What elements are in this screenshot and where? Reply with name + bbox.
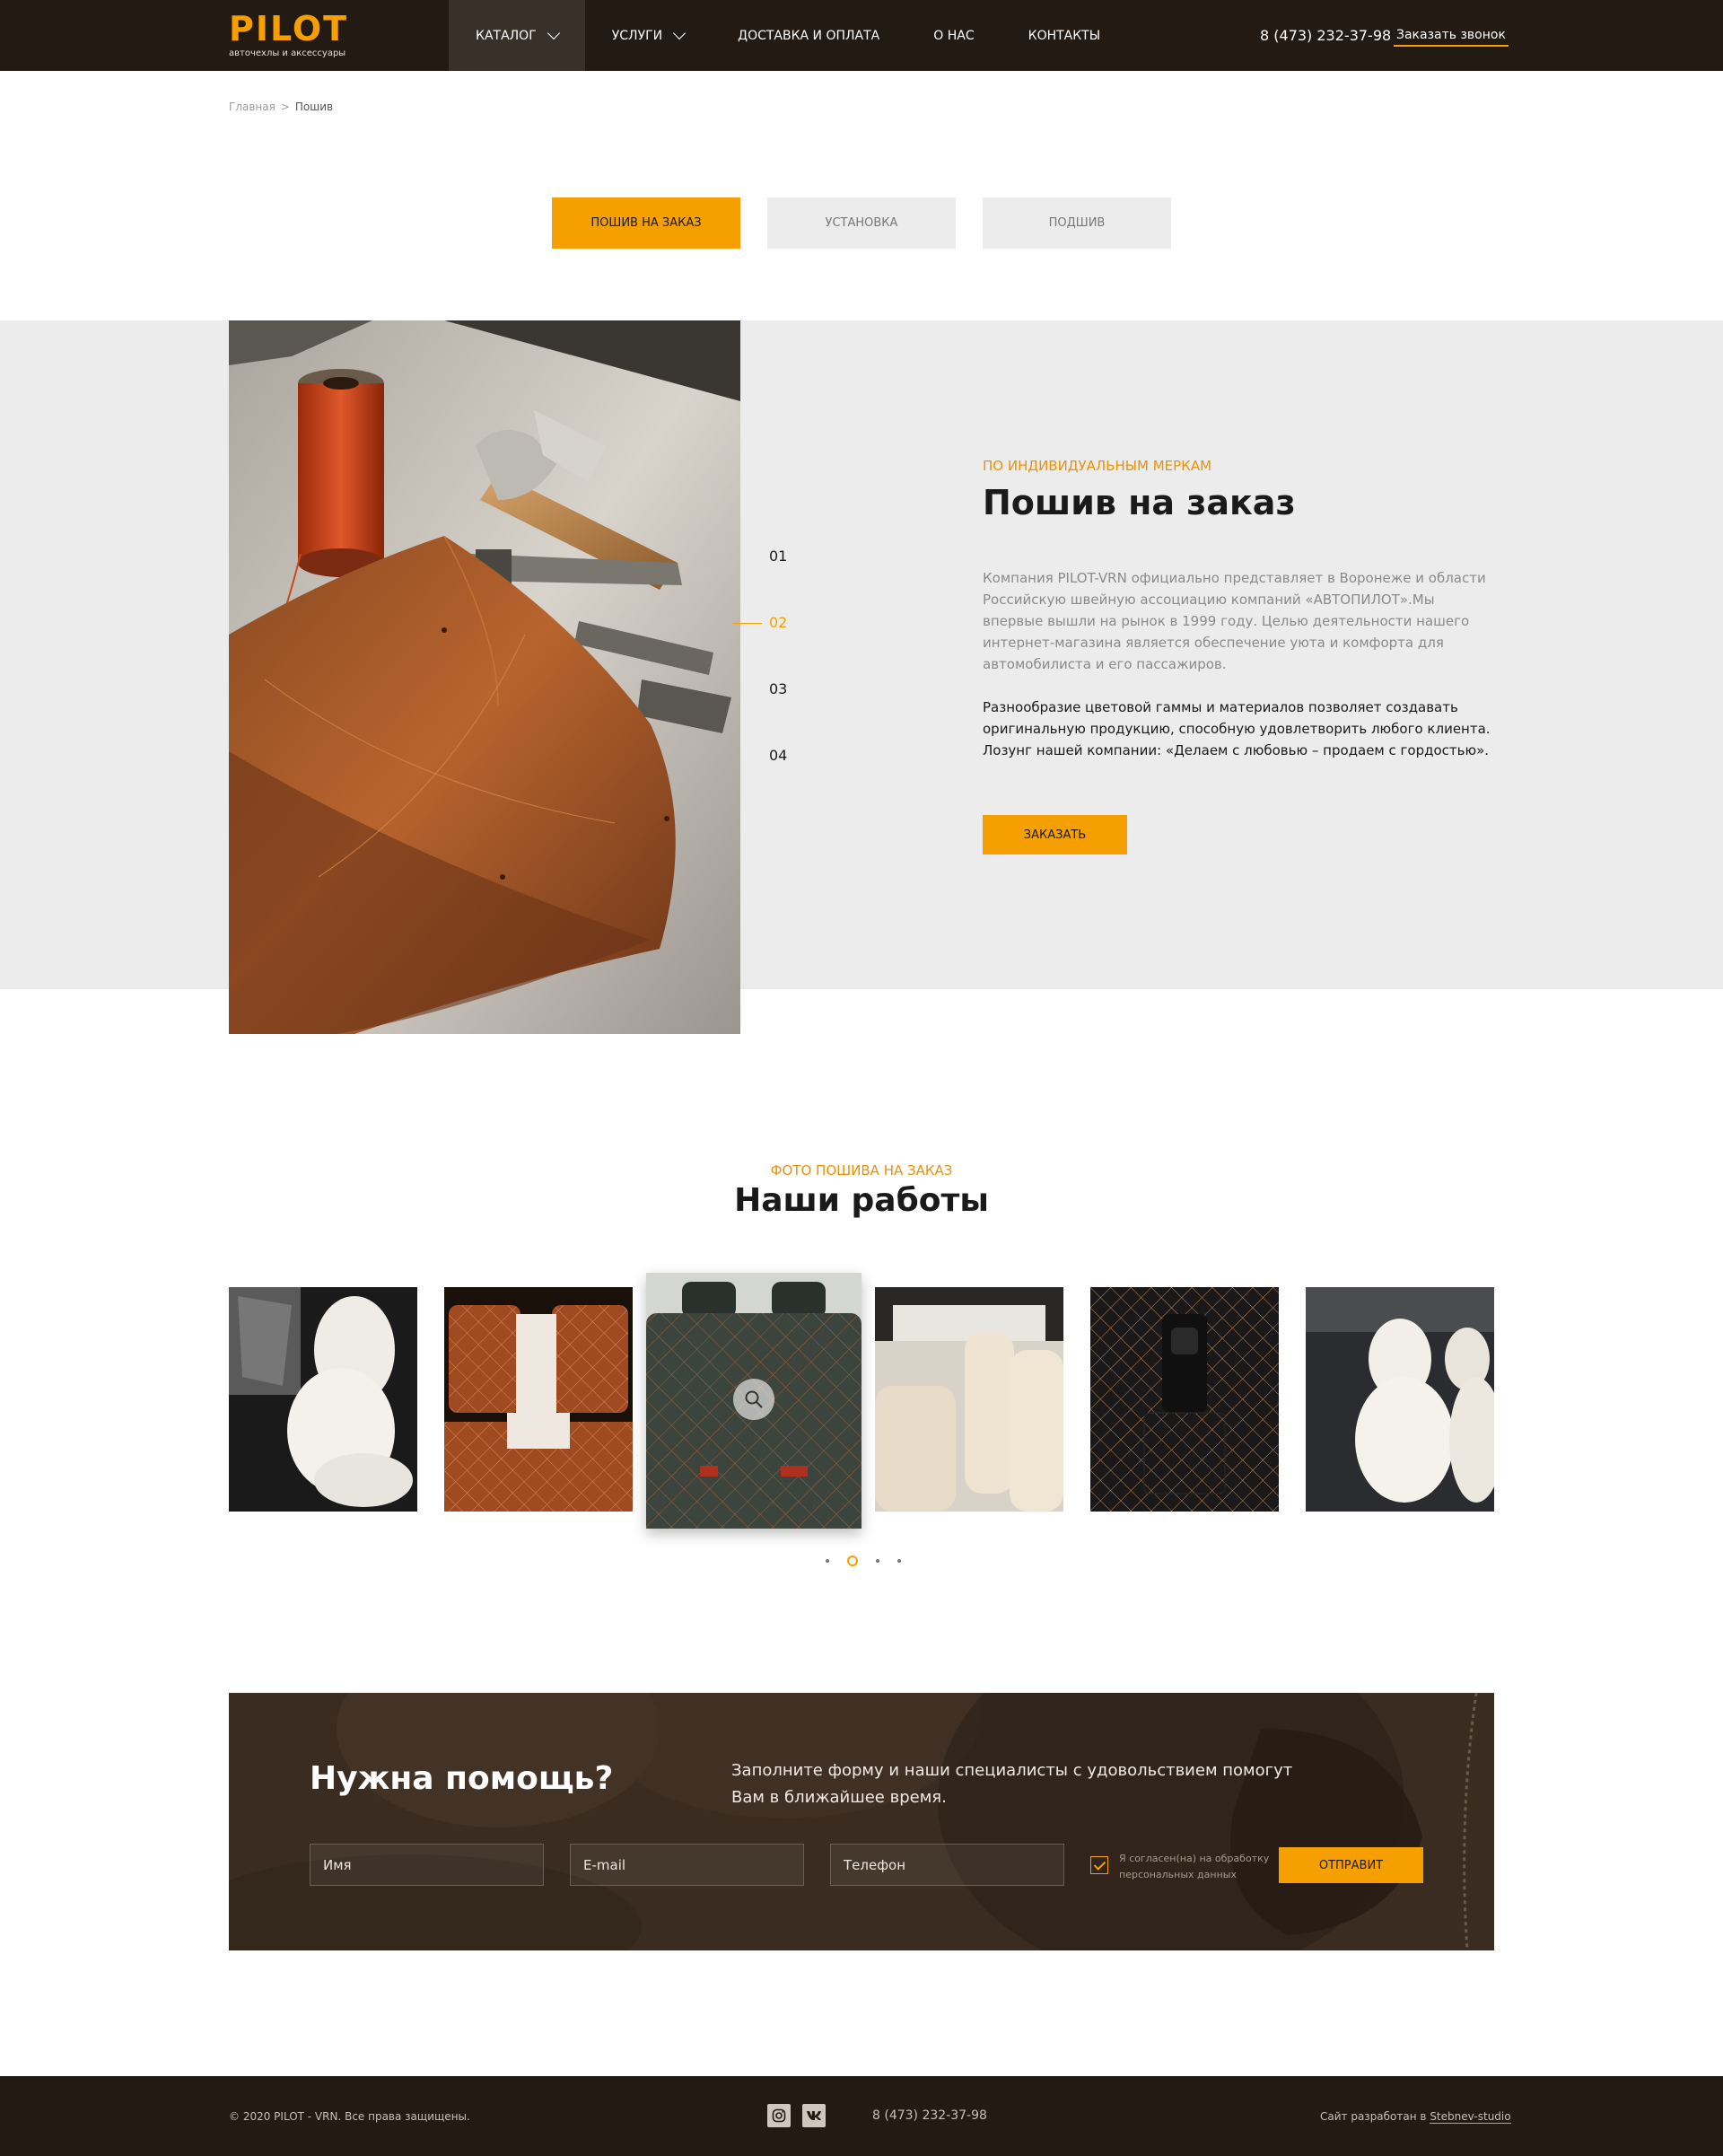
logo-title: PILOT <box>229 9 349 48</box>
help-background-image <box>229 1693 1494 1950</box>
hero-text: ПО ИНДИВИДУАЛЬНЫМ МЕРКАМ Пошив на заказ … <box>983 458 1494 761</box>
name-field[interactable] <box>310 1844 544 1886</box>
email-field[interactable] <box>570 1844 804 1886</box>
submit-button[interactable]: ОТПРАВИТ <box>1279 1847 1423 1883</box>
help-title: Нужна помощь? <box>310 1760 614 1797</box>
pagination-dot[interactable] <box>897 1559 901 1563</box>
consent-checkbox-row[interactable]: Я согласен(на) на обработку персональных… <box>1090 1851 1270 1883</box>
nav-item-label: КОНТАКТЫ <box>1028 28 1101 43</box>
slide-number-03[interactable]: 03 <box>769 680 787 747</box>
developer-credit: Сайт разработан в Stebnev-studio <box>1320 2110 1511 2124</box>
gallery-item[interactable] <box>444 1287 633 1512</box>
nav-item-label: УСЛУГИ <box>611 28 663 43</box>
breadcrumb-separator: > <box>280 101 290 113</box>
chevron-down-icon <box>673 26 687 39</box>
hero-eyebrow: ПО ИНДИВИДУАЛЬНЫМ МЕРКАМ <box>983 458 1212 474</box>
pagination-dot-active[interactable] <box>847 1556 858 1566</box>
hero-paragraph-1: Компания PILOT-VRN официально представля… <box>983 570 1486 672</box>
nav-item-label: О НАС <box>933 28 975 43</box>
gallery-item[interactable] <box>1306 1287 1494 1512</box>
gallery-item-featured[interactable] <box>646 1273 862 1529</box>
hero-title: Пошив на заказ <box>983 483 1296 522</box>
zoom-icon[interactable] <box>733 1379 774 1420</box>
help-description: Заполните форму и наши специалисты с удо… <box>731 1761 1293 1807</box>
site-footer: © 2020 PILOT - VRN. Все права защищены. … <box>0 2076 1723 2156</box>
slide-number-01[interactable]: 01 <box>769 548 787 614</box>
tab-custom-sewing[interactable]: ПОШИВ НА ЗАКАЗ <box>552 197 740 249</box>
developer-link[interactable]: Stebnev-studio <box>1430 2110 1511 2124</box>
pagination-dot[interactable] <box>876 1559 879 1563</box>
site-header: PILOT авточехлы и аксессуары КАТАЛОГ УСЛ… <box>0 0 1723 71</box>
breadcrumb-current: Пошив <box>294 101 334 113</box>
nav-item-label: КАТАЛОГ <box>476 28 537 43</box>
logo-subtitle: авточехлы и аксессуары <box>229 48 346 58</box>
gallery-item[interactable] <box>875 1287 1063 1512</box>
nav-item-contacts[interactable]: КОНТАКТЫ <box>1001 0 1127 71</box>
footer-phone[interactable]: 8 (473) 232-37-98 <box>872 2108 987 2123</box>
slide-pagination: 01 02 03 04 <box>732 548 787 813</box>
help-form-section: Нужна помощь? Заполните форму и наши спе… <box>229 1693 1494 1950</box>
consent-label: Я согласен(на) на обработку персональных… <box>1119 1853 1270 1880</box>
callback-link[interactable]: Заказать звонок <box>1394 28 1509 47</box>
consent-checkbox[interactable] <box>1090 1856 1108 1874</box>
works-gallery <box>229 1273 1494 1533</box>
nav-item-catalog[interactable]: КАТАЛОГ <box>449 0 585 71</box>
pagination-dot[interactable] <box>826 1559 829 1563</box>
tab-hemming[interactable]: ПОДШИВ <box>983 197 1171 249</box>
logo[interactable]: PILOT авточехлы и аксессуары <box>229 11 348 58</box>
slide-number-04[interactable]: 04 <box>769 747 787 813</box>
works-title: Наши работы <box>734 1182 989 1219</box>
nav-item-about[interactable]: О НАС <box>906 0 1001 71</box>
vk-icon[interactable] <box>802 2104 826 2127</box>
service-tabs: ПОШИВ НА ЗАКАЗ УСТАНОВКА ПОДШИВ <box>552 197 1171 249</box>
header-phone[interactable]: 8 (473) 232-37-98 <box>1260 27 1391 44</box>
hero-image-leather-tools <box>229 320 740 1034</box>
chevron-down-icon <box>547 26 560 39</box>
gallery-pagination <box>826 1556 901 1566</box>
nav-item-delivery[interactable]: ДОСТАВКА И ОПЛАТА <box>711 0 906 71</box>
gallery-item[interactable] <box>229 1287 417 1512</box>
hero-paragraph-2: Разнообразие цветовой гаммы и материалов… <box>983 699 1491 758</box>
works-eyebrow: ФОТО ПОШИВА НА ЗАКАЗ <box>770 1162 953 1179</box>
nav-item-label: ДОСТАВКА И ОПЛАТА <box>738 28 880 43</box>
phone-field[interactable] <box>830 1844 1064 1886</box>
developer-prefix: Сайт разработан в <box>1320 2110 1427 2123</box>
slide-number-02[interactable]: 02 <box>732 614 787 680</box>
copyright: © 2020 PILOT - VRN. Все права защищены. <box>229 2110 470 2123</box>
nav-item-services[interactable]: УСЛУГИ <box>585 0 711 71</box>
main-nav: КАТАЛОГ УСЛУГИ ДОСТАВКА И ОПЛАТА О НАС К… <box>449 0 1127 71</box>
tab-installation[interactable]: УСТАНОВКА <box>767 197 956 249</box>
gallery-item[interactable] <box>1090 1287 1279 1512</box>
breadcrumb-home[interactable]: Главная <box>229 101 276 113</box>
breadcrumb: Главная > Пошив <box>229 101 333 113</box>
order-button[interactable]: ЗАКАЗАТЬ <box>983 815 1127 855</box>
instagram-icon[interactable] <box>767 2104 791 2127</box>
